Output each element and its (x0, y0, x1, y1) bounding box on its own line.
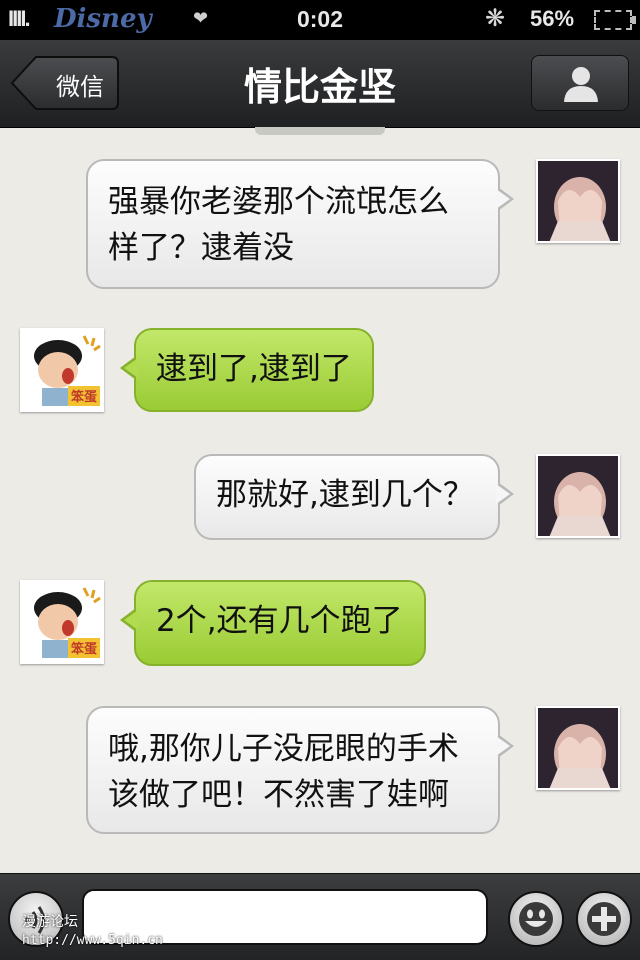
bubble-tail (120, 608, 138, 632)
emoji-button[interactable] (508, 891, 564, 947)
person-icon (564, 67, 598, 102)
message-bubble-outgoing[interactable]: 哦,那你儿子没屁眼的手术 该做了吧！不然害了娃啊 (86, 706, 514, 834)
avatar-badge-text: 笨蛋 (71, 389, 97, 405)
watermark-url: http://www.5qin.cn (22, 933, 163, 948)
my-avatar[interactable] (536, 159, 620, 243)
bubble-tail (496, 482, 514, 506)
back-button[interactable]: 微信 (10, 55, 120, 111)
message-line: 2个,还有几个跑了 (156, 603, 403, 639)
battery-percent: 56% (530, 6, 575, 31)
message-line: 该做了吧！不然害了娃啊 (108, 777, 449, 813)
status-bar: IIII. Disney ❤ 0:02 ❋ 56% (0, 0, 640, 40)
friend-avatar[interactable]: 笨蛋 (20, 580, 104, 664)
message-line: 强暴你老婆那个流氓怎么 (108, 184, 449, 220)
face-covered-icon (538, 708, 618, 788)
smiley-icon (519, 902, 553, 936)
message-line: 样了？逮着没 (108, 230, 294, 266)
profile-button[interactable] (531, 55, 629, 111)
message-bubble-outgoing[interactable]: 那就好,逮到几个？ (194, 454, 514, 540)
battery-icon (594, 10, 636, 30)
avatar-badge-text: 笨蛋 (71, 641, 97, 657)
message-line: 那就好,逮到几个？ (216, 477, 474, 513)
message-line: 逮到了,逮到了 (156, 351, 352, 387)
bubble-tail (496, 187, 514, 211)
plus-icon (587, 902, 621, 936)
message-bubble-outgoing[interactable]: 强暴你老婆那个流氓怎么 样了？逮着没 (86, 159, 514, 289)
back-button-label: 微信 (56, 73, 104, 101)
timestamp-pill (255, 127, 385, 135)
cartoon-boy-icon: 笨蛋 (22, 330, 102, 410)
face-covered-icon (538, 161, 618, 241)
bubble-tail (496, 734, 514, 758)
face-covered-icon (538, 456, 618, 536)
sync-spinner-icon: ❋ (485, 5, 506, 32)
more-button[interactable] (576, 891, 632, 947)
bubble-tail (120, 356, 138, 380)
message-bubble-incoming[interactable]: 逮到了,逮到了 (120, 328, 374, 412)
my-avatar[interactable] (536, 706, 620, 790)
cartoon-boy-icon: 笨蛋 (22, 582, 102, 662)
navigation-bar: 微信 情比金坚 (0, 40, 640, 128)
message-bubble-incoming[interactable]: 2个,还有几个跑了 (120, 580, 426, 666)
friend-avatar[interactable]: 笨蛋 (20, 328, 104, 412)
page-title: 情比金坚 (243, 65, 396, 109)
watermark-text: 漫游论坛 (22, 914, 78, 930)
chat-area[interactable]: 强暴你老婆那个流氓怎么 样了？逮着没 笨蛋 逮到了,逮到了 那就好,逮到几个？ (0, 135, 640, 873)
my-avatar[interactable] (536, 454, 620, 538)
message-line: 哦,那你儿子没屁眼的手术 (108, 731, 459, 767)
